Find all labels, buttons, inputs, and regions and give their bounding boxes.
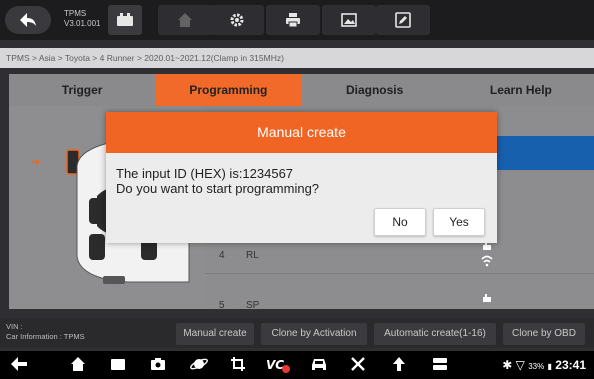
home-icon [178, 13, 192, 27]
storage-icon[interactable] [432, 356, 448, 372]
manual-create-dialog: Manual create The input ID (HEX) is:1234… [106, 112, 497, 243]
system-nav-bar: VC ✱ ▽ 33% ▮ 23:41 [0, 351, 594, 379]
gear-icon [230, 13, 244, 27]
wifi-icon: ▽ [515, 358, 525, 372]
dialog-message-line1: The input ID (HEX) is:1234567 [116, 166, 294, 181]
back-arrow-icon [20, 13, 36, 27]
svg-text:VC: VC [266, 358, 284, 372]
clone-by-obd-button[interactable]: Clone by OBD [503, 323, 585, 345]
screenshot-button[interactable] [322, 5, 376, 35]
vci-status-button[interactable] [108, 5, 142, 35]
sensor-icon [483, 294, 491, 302]
function-tabs: Trigger Programming Diagnosis Learn Help [9, 74, 594, 106]
battery-percent: 33% [528, 362, 545, 371]
home-icon[interactable] [70, 356, 86, 372]
tab-trigger[interactable]: Trigger [9, 74, 155, 106]
sensor-row-rl[interactable]: 4 RL [205, 238, 594, 274]
tab-learn-help[interactable]: Learn Help [448, 74, 594, 106]
sensor-position: SP [246, 300, 260, 309]
sensor-number: 5 [219, 300, 225, 309]
breadcrumb: TPMS > Asia > Toyota > 4 Runner > 2020.0… [0, 48, 594, 68]
printer-icon [286, 13, 300, 28]
screen: TPMS V3.01.001 TPMS > Asia > Toyota > 4 … [0, 0, 594, 379]
sensor-signal-icon [481, 243, 493, 267]
tab-programming[interactable]: Programming [155, 74, 302, 106]
automatic-create-button[interactable]: Automatic create(1-16) [374, 323, 496, 345]
vin-label: VIN : [6, 322, 23, 331]
app-version-block: TPMS V3.01.001 [64, 9, 100, 29]
top-toolbar: TPMS V3.01.001 [0, 0, 594, 40]
app-version: V3.01.001 [64, 19, 101, 28]
crop-icon[interactable] [230, 356, 246, 372]
upload-icon[interactable] [392, 356, 406, 372]
camera-icon[interactable] [150, 356, 166, 372]
car-icon[interactable] [310, 356, 328, 372]
back-button[interactable] [5, 6, 51, 34]
browser-icon[interactable] [190, 356, 208, 372]
bluetooth-icon: ✱ [502, 358, 513, 372]
yes-button[interactable]: Yes [433, 208, 485, 236]
no-button[interactable]: No [374, 208, 426, 236]
battery-icon: ▮ [547, 362, 552, 371]
sensor-number: 4 [219, 250, 225, 261]
vci-app-icon[interactable]: VC [266, 356, 292, 374]
back-icon[interactable] [10, 356, 28, 372]
dialog-message: The input ID (HEX) is:1234567 Do you wan… [116, 166, 319, 196]
tab-diagnosis[interactable]: Diagnosis [302, 74, 448, 106]
tools-icon[interactable] [350, 356, 366, 372]
image-icon [341, 13, 357, 27]
print-button[interactable] [266, 5, 320, 35]
edit-icon [395, 12, 411, 28]
vehicle-info: VIN : Car Information : TPMS [6, 322, 85, 342]
home-button[interactable] [158, 5, 212, 35]
recent-apps-icon[interactable] [110, 356, 126, 372]
dialog-message-line2: Do you want to start programming? [116, 181, 320, 196]
car-information: Car Information : TPMS [6, 332, 85, 341]
function-bar: VIN : Car Information : TPMS Manual crea… [0, 318, 594, 348]
sensor-position: RL [246, 250, 259, 261]
clock: 23:41 [555, 358, 586, 372]
edit-report-button[interactable] [376, 5, 430, 35]
sensor-row-sp[interactable]: 5 SP [205, 288, 594, 309]
dialog-title: Manual create [106, 112, 497, 153]
clone-by-activation-button[interactable]: Clone by Activation [261, 323, 367, 345]
vci-connector-icon [117, 13, 133, 26]
manual-create-button[interactable]: Manual create [176, 323, 254, 345]
app-name: TPMS [64, 9, 87, 18]
settings-button[interactable] [210, 5, 264, 35]
status-area: ✱ ▽ 33% ▮ 23:41 [502, 358, 586, 372]
